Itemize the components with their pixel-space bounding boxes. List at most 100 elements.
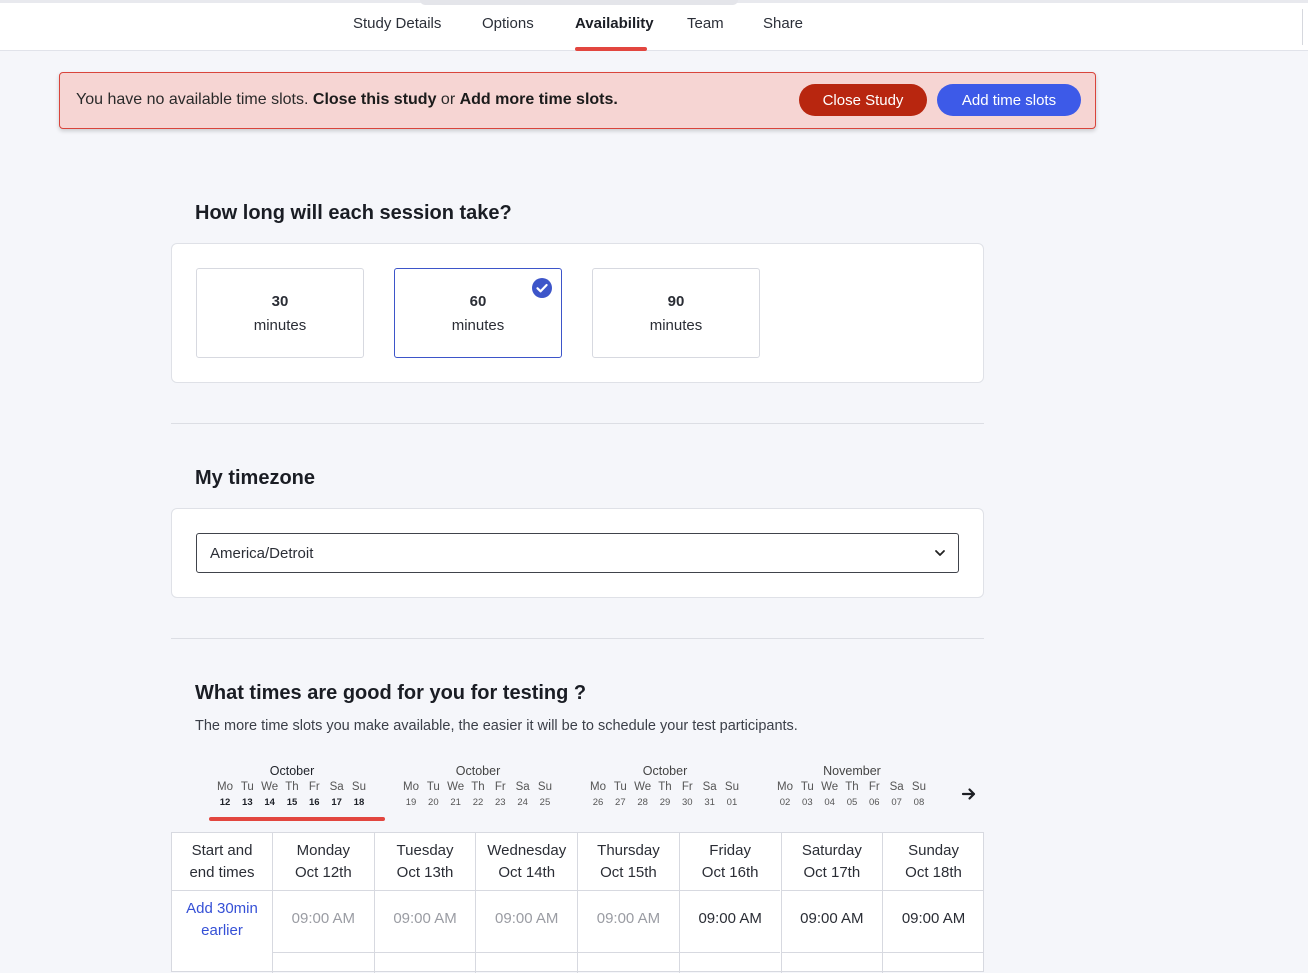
day-number: 20 (428, 797, 439, 808)
day-number: 18 (353, 797, 365, 808)
weekday-label: Sa (515, 781, 530, 793)
nav-shadow (420, 0, 738, 5)
duration-option-30[interactable]: 30 minutes (196, 268, 364, 358)
weekday-label: Tu (426, 781, 440, 793)
day-name: Sunday (908, 842, 959, 859)
weekday-label: We (447, 781, 465, 793)
times-title: What times are good for you for testing … (195, 682, 587, 704)
weekday-label: Su (537, 781, 552, 793)
day-column-tuesday: Tuesday Oct 13th 09:00 AM (373, 833, 476, 973)
weekday-label: Tu (800, 781, 814, 793)
schedule-table: Start and end times Add 30min earlier Mo… (171, 832, 984, 973)
week-3[interactable]: October Mo Tu We Th Fr Sa Su 26 27 28 29 30 31 01 (578, 763, 752, 811)
weekday-label: Sa (889, 781, 904, 793)
weekday-label: Th (471, 781, 485, 793)
duration-unit: minutes (253, 317, 307, 334)
close-study-button[interactable]: Close Study (799, 84, 927, 116)
weekday-label: Fr (868, 781, 880, 793)
column-header: Monday Oct 12th (273, 833, 374, 891)
time-slot-cell[interactable]: 09:00 AM (578, 890, 679, 953)
no-slots-alert: You have no available time slots. Close … (59, 72, 1096, 129)
column-header: Wednesday Oct 14th (476, 833, 578, 891)
weekday-label: Sa (702, 781, 717, 793)
tab-team[interactable]: Team (687, 15, 724, 32)
section-divider (171, 423, 984, 424)
day-column-wednesday: Wednesday Oct 14th 09:00 AM (475, 833, 578, 973)
time-slot-cell[interactable]: 09:00 AM (273, 890, 374, 953)
duration-value: 30 (271, 293, 289, 310)
weekday-label: We (634, 781, 652, 793)
column-header: Sunday Oct 18th (883, 833, 984, 891)
day-number: 19 (405, 797, 417, 808)
day-numbers: 19 20 21 22 23 24 25 (391, 797, 565, 808)
times-column: Start and end times Add 30min earlier (172, 833, 272, 973)
weekday-label: We (261, 781, 279, 793)
day-numbers: 02 03 04 05 06 07 08 (765, 797, 939, 808)
check-circle-icon (532, 278, 552, 298)
time-slot-cell[interactable]: 09:00 AM (374, 890, 476, 953)
day-name: Monday (296, 842, 351, 859)
weekday-label: Mo (217, 781, 233, 793)
duration-option-60[interactable]: 60 minutes (394, 268, 562, 358)
time-slot-cell[interactable]: 09:00 AM (883, 890, 984, 953)
slot-time: 09:00 AM (800, 910, 864, 927)
weekday-label: Th (285, 781, 299, 793)
week-1[interactable]: October Mo Tu We Th Fr Sa Su 12 13 14 15 16 17 18 (205, 763, 379, 811)
day-column-saturday: Saturday Oct 17th 09:00 AM (780, 833, 883, 973)
chevron-down-icon (935, 550, 945, 556)
day-date: Oct 18th (905, 864, 962, 881)
weekday-label: Mo (590, 781, 606, 793)
timezone-title: My timezone (195, 467, 316, 489)
arrow-right-icon[interactable] (961, 786, 977, 802)
nav-edge (1302, 9, 1308, 45)
timezone-select[interactable]: America/Detroit (196, 533, 959, 573)
tab-options[interactable]: Options (482, 15, 534, 32)
slot-time: 09:00 AM (393, 910, 457, 927)
add-30min-earlier-link[interactable]: Add 30min earlier (172, 898, 272, 942)
day-number: 12 (219, 797, 231, 808)
slot-time: 09:00 AM (495, 910, 559, 927)
tab-study-details[interactable]: Study Details (353, 15, 441, 32)
day-number: 25 (539, 797, 551, 808)
link-line: Add 30min (186, 900, 258, 917)
active-week-indicator (209, 817, 385, 821)
day-name: Thursday (597, 842, 660, 859)
day-number: 02 (779, 797, 791, 808)
slot-time: 09:00 AM (291, 910, 356, 927)
tab-availability[interactable]: Availability (575, 15, 654, 32)
duration-option-90[interactable]: 90 minutes (592, 268, 760, 358)
weekday-labels: Mo Tu We Th Fr Sa Su (578, 781, 752, 793)
tab-share[interactable]: Share (763, 15, 803, 32)
time-slot-cell[interactable]: 09:00 AM (781, 890, 883, 953)
timezone-card: America/Detroit (171, 508, 984, 598)
add-time-slots-button[interactable]: Add time slots (937, 84, 1081, 116)
day-number: 31 (704, 797, 715, 808)
column-header: Saturday Oct 17th (781, 833, 883, 891)
day-number: 26 (592, 797, 604, 808)
time-slot-cell[interactable]: 09:00 AM (679, 890, 781, 953)
weekday-labels: Mo Tu We Th Fr Sa Su (391, 781, 565, 793)
column-header: Thursday Oct 15th (578, 833, 679, 891)
day-numbers: 26 27 28 29 30 31 01 (578, 797, 752, 808)
week-month: October (455, 764, 501, 778)
day-numbers: 12 13 14 15 16 17 18 (205, 797, 379, 808)
day-name: Wednesday (487, 842, 567, 859)
day-number: 15 (286, 797, 298, 808)
week-2[interactable]: October Mo Tu We Th Fr Sa Su 19 20 21 22 23 24 25 (391, 763, 565, 811)
alert-close-hint: Close this study (312, 91, 437, 108)
day-number: 21 (450, 797, 461, 808)
day-number: 22 (472, 797, 484, 808)
weekday-label: Su (911, 781, 926, 793)
weekday-label: We (821, 781, 839, 793)
day-date: Oct 14th (498, 864, 556, 881)
weekday-label: Tu (240, 781, 254, 793)
week-4[interactable]: November Mo Tu We Th Fr Sa Su 02 03 04 05 06 07 08 (765, 763, 939, 811)
day-name: Saturday (801, 842, 862, 859)
slot-time: 09:00 AM (901, 910, 966, 927)
time-slot-cell[interactable]: 09:00 AM (476, 890, 578, 953)
day-date: Oct 12th (294, 864, 352, 881)
weekday-label: Fr (681, 781, 693, 793)
alert-add-hint: Add more time slots. (459, 91, 618, 108)
day-date: Oct 13th (396, 864, 454, 881)
day-date: Oct 17th (803, 864, 861, 881)
